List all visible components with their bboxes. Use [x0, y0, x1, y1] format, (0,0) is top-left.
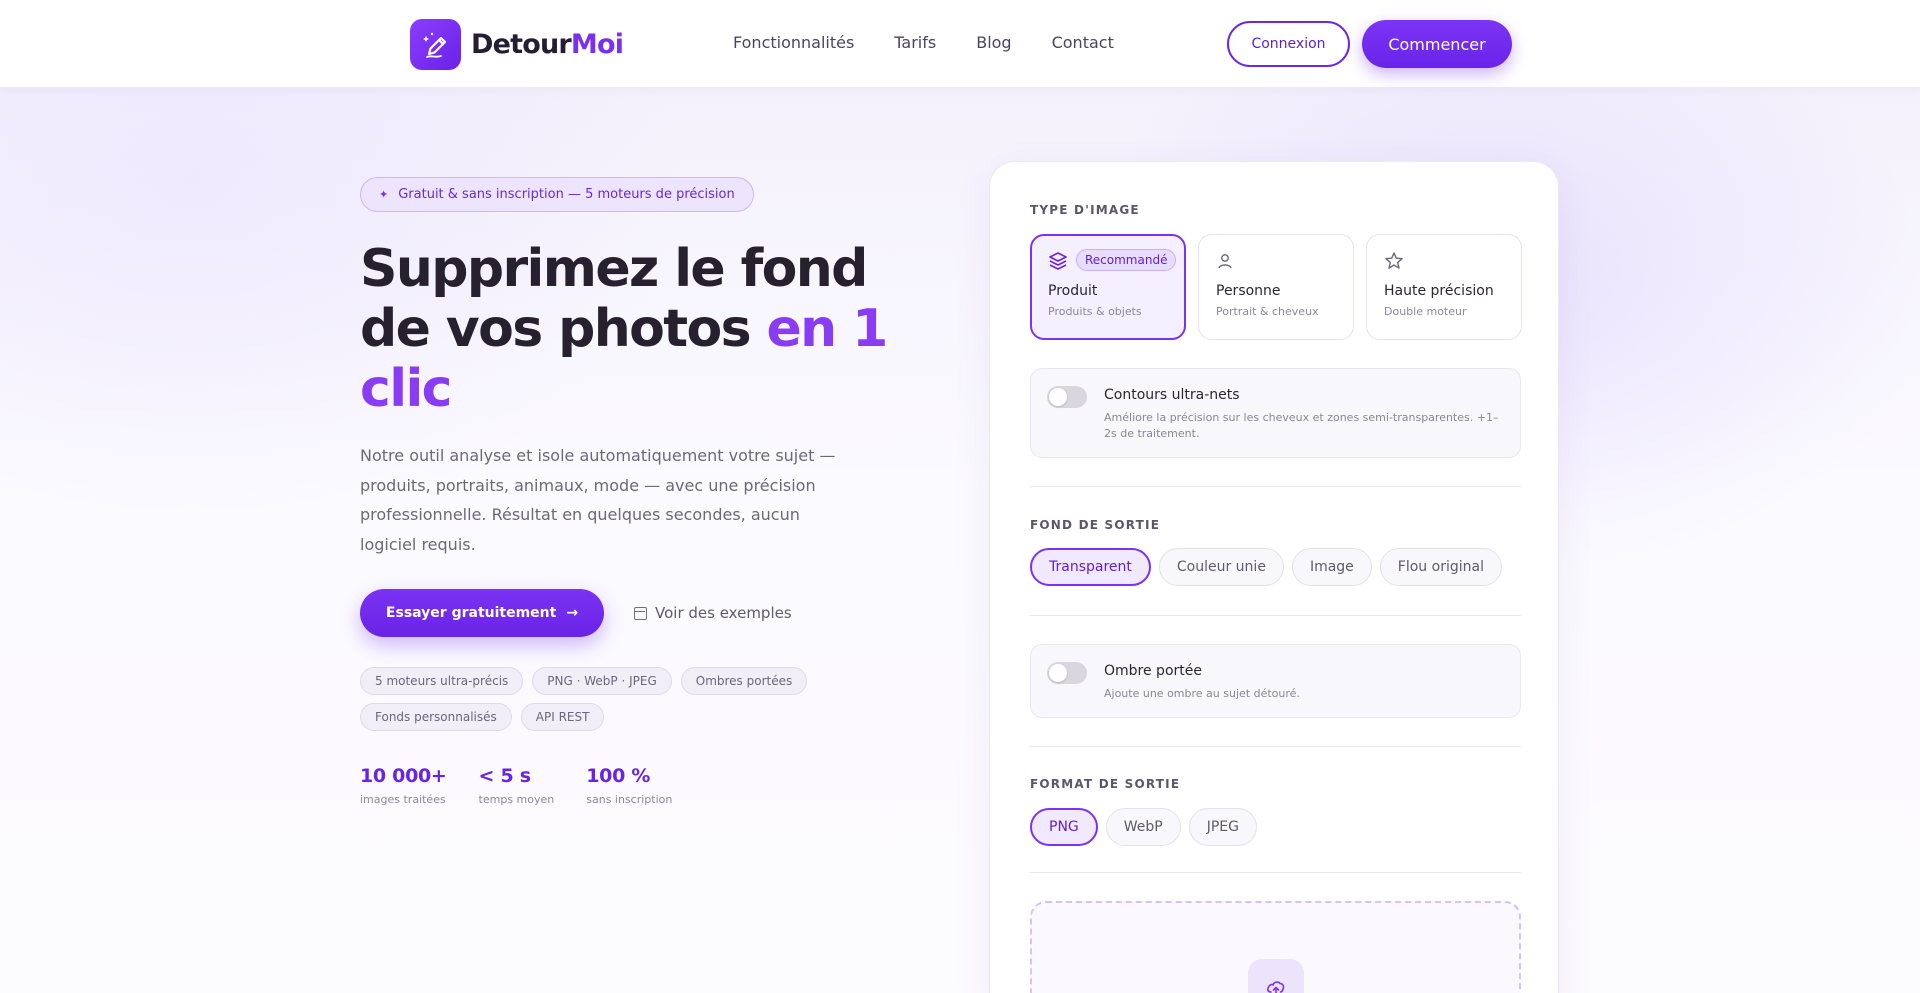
background-options: Transparent Couleur unie Image Flou orig… [1030, 548, 1502, 586]
drop-shadow-description: Ajoute une ombre au sujet détouré. [1104, 687, 1300, 700]
cloud-upload-icon [1248, 959, 1304, 993]
see-examples-label: Voir des exemples [655, 604, 792, 622]
type-option-subtitle: Portrait & cheveux [1216, 305, 1319, 318]
stat-value: 10 000+ [360, 765, 447, 787]
format-options: PNG WebP JPEG [1030, 808, 1257, 846]
feature-chips: 5 moteurs ultra-précis PNG · WebP · JPEG… [360, 667, 830, 731]
background-option-image[interactable]: Image [1291, 548, 1372, 586]
nav-link-pricing[interactable]: Tarifs [894, 33, 936, 52]
upload-dropzone[interactable] [1030, 901, 1521, 993]
drop-shadow-toggle[interactable] [1047, 662, 1087, 684]
divider [1030, 615, 1521, 616]
stat-label: sans inscription [586, 793, 673, 806]
format-option-png[interactable]: PNG [1030, 808, 1098, 846]
brand-name-part2: Moi [570, 29, 624, 60]
stat-label: temps moyen [478, 793, 555, 806]
format-option-jpeg[interactable]: JPEG [1188, 808, 1257, 846]
feature-chip: Ombres portées [680, 667, 808, 695]
arrow-right-icon: → [566, 605, 579, 621]
hero-section: ✦ Gratuit & sans inscription — 5 moteurs… [360, 177, 920, 806]
feature-chip: 5 moteurs ultra-précis [360, 667, 524, 695]
image-type-heading: TYPE D'IMAGE [1030, 203, 1140, 217]
hero-stats: 10 000+ images traitées < 5 s temps moye… [360, 765, 920, 806]
feature-chip: API REST [520, 703, 605, 731]
nav-link-contact[interactable]: Contact [1052, 33, 1114, 52]
brand-name: DetourMoi [471, 29, 624, 60]
type-option-person[interactable]: Personne Portrait & cheveux [1198, 234, 1354, 340]
drop-shadow-title: Ombre portée [1104, 663, 1202, 679]
nav-link-blog[interactable]: Blog [976, 33, 1011, 52]
settings-panel: TYPE D'IMAGE Recommandé Produit Produits… [989, 161, 1559, 993]
type-option-title: Produit [1048, 283, 1098, 299]
stat-label: images traitées [360, 793, 446, 806]
type-option-title: Personne [1216, 283, 1281, 299]
get-started-button[interactable]: Commencer [1362, 20, 1512, 68]
brand-logo[interactable]: DetourMoi [410, 19, 624, 70]
background-option-blur[interactable]: Flou original [1379, 548, 1502, 586]
gallery-icon [634, 606, 647, 620]
sharp-edges-toggle[interactable] [1047, 386, 1087, 408]
feature-chip: Fonds personnalisés [360, 703, 512, 731]
format-heading: FORMAT DE SORTIE [1030, 777, 1181, 791]
background-option-solid-color[interactable]: Couleur unie [1158, 548, 1284, 586]
background-option-transparent[interactable]: Transparent [1030, 548, 1151, 586]
hero-title: Supprimez le fond de vos photos en 1 cli… [360, 239, 920, 419]
try-free-label: Essayer gratuitement [385, 605, 557, 621]
type-option-high-precision[interactable]: Haute précision Double moteur [1366, 234, 1522, 340]
feature-chip: PNG · WebP · JPEG [532, 667, 672, 695]
format-option-webp[interactable]: WebP [1105, 808, 1181, 846]
stat-value: < 5 s [478, 765, 531, 787]
hero-description: Notre outil analyse et isole automatique… [360, 446, 836, 554]
type-option-title: Haute précision [1384, 283, 1494, 299]
nav-link-features[interactable]: Fonctionnalités [733, 33, 854, 52]
hero-badge-text: Gratuit & sans inscription — 5 moteurs d… [398, 187, 735, 202]
type-option-subtitle: Produits & objets [1048, 305, 1142, 318]
sharp-edges-title: Contours ultra-nets [1104, 387, 1240, 403]
divider [1030, 872, 1521, 873]
recommended-badge: Recommandé [1076, 249, 1177, 271]
type-option-product[interactable]: Recommandé Produit Produits & objets [1030, 234, 1186, 340]
hero-badge: ✦ Gratuit & sans inscription — 5 moteurs… [360, 177, 754, 212]
drop-shadow-option: Ombre portée Ajoute une ombre au sujet d… [1030, 644, 1521, 718]
sharp-edges-description: Améliore la précision sur les cheveux et… [1104, 411, 1499, 440]
sparkle-icon: ✦ [379, 188, 389, 201]
page-background [0, 88, 1920, 993]
background-heading: FOND DE SORTIE [1030, 518, 1161, 532]
stat-value: 100 % [586, 765, 651, 787]
main-nav: Fonctionnalités Tarifs Blog Contact [733, 33, 1114, 52]
brand-name-part1: Detour [471, 29, 572, 60]
image-type-options: Recommandé Produit Produits & objets Per… [1030, 234, 1522, 340]
login-button[interactable]: Connexion [1227, 21, 1350, 67]
type-option-subtitle: Double moteur [1384, 305, 1467, 318]
top-navbar: DetourMoi Fonctionnalités Tarifs Blog Co… [0, 0, 1920, 88]
hero-title-line2: de vos photos [360, 299, 767, 359]
hero-title-line1: Supprimez le fond [360, 239, 868, 299]
stat-no-signup: 100 % sans inscription [586, 765, 672, 806]
magic-pen-icon [410, 19, 461, 70]
star-icon [1384, 251, 1504, 271]
stat-images: 10 000+ images traitées [360, 765, 447, 806]
divider [1030, 486, 1521, 487]
stat-time: < 5 s temps moyen [479, 765, 555, 806]
hero-actions: Essayer gratuitement → Voir des exemples [360, 589, 920, 637]
try-free-button[interactable]: Essayer gratuitement → [360, 589, 604, 637]
sharp-edges-option: Contours ultra-nets Améliore la précisio… [1030, 368, 1521, 458]
user-icon [1216, 251, 1336, 271]
see-examples-link[interactable]: Voir des exemples [634, 604, 792, 622]
divider [1030, 746, 1521, 747]
